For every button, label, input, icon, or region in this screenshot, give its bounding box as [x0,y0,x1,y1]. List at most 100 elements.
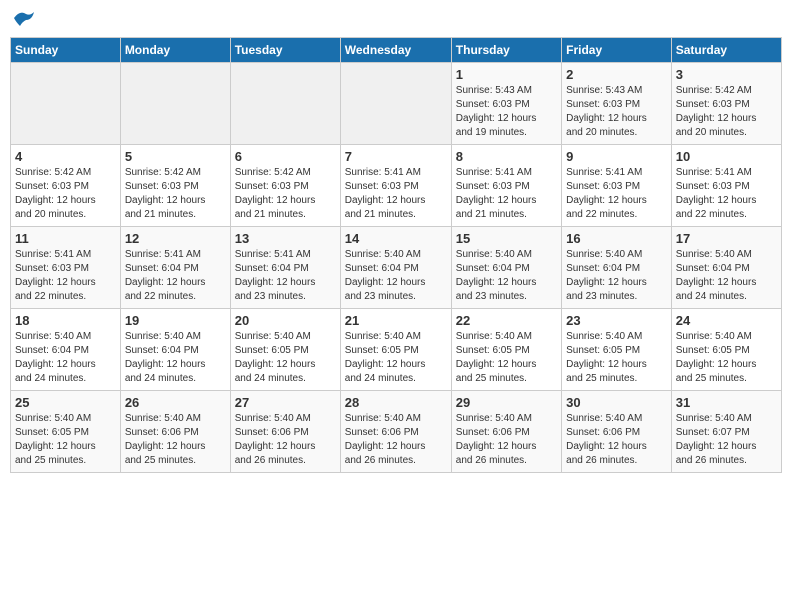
calendar-cell: 15Sunrise: 5:40 AM Sunset: 6:04 PM Dayli… [451,227,561,309]
day-number: 18 [15,313,116,328]
calendar-cell: 19 Sunrise: 5:40 AM Sunset: 6:04 PM Dayli… [120,309,230,391]
day-number: 29 [456,395,557,410]
day-number: 12 [125,231,226,246]
calendar-cell: 11 Sunrise: 5:41 AM Sunset: 6:03 PM Dayli… [11,227,121,309]
day-info: Sunrise: 5:43 AM Sunset: 6:03 PM Dayligh… [456,84,557,140]
weekday-header-saturday: Saturday [671,38,781,63]
day-number: 28 [345,395,447,410]
calendar-cell: 26 Sunrise: 5:40 AM Sunset: 6:06 PM Dayli… [120,391,230,473]
day-info: Sunrise: 5:40 AM Sunset: 6:04 PM Dayligh… [345,248,447,304]
calendar-cell: 31 Sunrise: 5:40 AM Sunset: 6:07 PM Dayli… [671,391,781,473]
day-info: Sunrise: 5:40 AM Sunset: 6:04 PM Dayligh… [456,248,557,304]
day-info: Sunrise: 5:41 AM Sunset: 6:03 PM Dayligh… [676,166,777,222]
weekday-header-sunday: Sunday [11,38,121,63]
day-number: 21 [345,313,447,328]
weekday-header-thursday: Thursday [451,38,561,63]
calendar-cell: 17Sunrise: 5:40 AM Sunset: 6:04 PM Dayli… [671,227,781,309]
day-number: 3 [676,67,777,82]
weekday-header-friday: Friday [562,38,672,63]
day-number: 31 [676,395,777,410]
day-number: 26 [125,395,226,410]
day-number: 8 [456,149,557,164]
calendar-cell: 1 Sunrise: 5:43 AM Sunset: 6:03 PM Daylig… [451,63,561,145]
day-info: Sunrise: 5:40 AM Sunset: 6:04 PM Dayligh… [15,330,116,386]
day-info: Sunrise: 5:40 AM Sunset: 6:06 PM Dayligh… [235,412,336,468]
calendar-cell: 6 Sunrise: 5:42 AM Sunset: 6:03 PM Daylig… [230,145,340,227]
day-number: 20 [235,313,336,328]
calendar-cell: 28 Sunrise: 5:40 AM Sunset: 6:06 PM Dayli… [340,391,451,473]
weekday-header-tuesday: Tuesday [230,38,340,63]
day-info: Sunrise: 5:40 AM Sunset: 6:05 PM Dayligh… [456,330,557,386]
day-number: 14 [345,231,447,246]
calendar-week-5: 25 Sunrise: 5:40 AM Sunset: 6:05 PM Dayli… [11,391,782,473]
day-number: 1 [456,67,557,82]
day-info: Sunrise: 5:41 AM Sunset: 6:03 PM Dayligh… [345,166,447,222]
calendar-cell: 14 Sunrise: 5:40 AM Sunset: 6:04 PM Dayli… [340,227,451,309]
calendar-cell: 16 Sunrise: 5:40 AM Sunset: 6:04 PM Dayli… [562,227,672,309]
calendar-cell: 4 Sunrise: 5:42 AM Sunset: 6:03 PM Daylig… [11,145,121,227]
calendar-cell [120,63,230,145]
day-info: Sunrise: 5:42 AM Sunset: 6:03 PM Dayligh… [15,166,116,222]
day-number: 11 [15,231,116,246]
day-info: Sunrise: 5:40 AM Sunset: 6:05 PM Dayligh… [15,412,116,468]
calendar-cell [230,63,340,145]
day-info: Sunrise: 5:41 AM Sunset: 6:03 PM Dayligh… [456,166,557,222]
calendar-cell: 7Sunrise: 5:41 AM Sunset: 6:03 PM Daylig… [340,145,451,227]
day-info: Sunrise: 5:40 AM Sunset: 6:06 PM Dayligh… [456,412,557,468]
calendar-table: SundayMondayTuesdayWednesdayThursdayFrid… [10,37,782,473]
day-info: Sunrise: 5:40 AM Sunset: 6:05 PM Dayligh… [235,330,336,386]
day-number: 19 [125,313,226,328]
calendar-week-2: 4 Sunrise: 5:42 AM Sunset: 6:03 PM Daylig… [11,145,782,227]
day-info: Sunrise: 5:40 AM Sunset: 6:05 PM Dayligh… [345,330,447,386]
calendar-cell: 12 Sunrise: 5:41 AM Sunset: 6:04 PM Dayli… [120,227,230,309]
calendar-cell: 29 Sunrise: 5:40 AM Sunset: 6:06 PM Dayli… [451,391,561,473]
day-info: Sunrise: 5:42 AM Sunset: 6:03 PM Dayligh… [235,166,336,222]
day-info: Sunrise: 5:41 AM Sunset: 6:04 PM Dayligh… [235,248,336,304]
calendar-cell: 22Sunrise: 5:40 AM Sunset: 6:05 PM Dayli… [451,309,561,391]
day-number: 4 [15,149,116,164]
weekday-header-monday: Monday [120,38,230,63]
day-number: 5 [125,149,226,164]
day-info: Sunrise: 5:40 AM Sunset: 6:06 PM Dayligh… [345,412,447,468]
calendar-cell: 2Sunrise: 5:43 AM Sunset: 6:03 PM Daylig… [562,63,672,145]
calendar-cell: 23 Sunrise: 5:40 AM Sunset: 6:05 PM Dayli… [562,309,672,391]
day-number: 16 [566,231,667,246]
calendar-cell [340,63,451,145]
day-info: Sunrise: 5:41 AM Sunset: 6:03 PM Dayligh… [15,248,116,304]
weekday-header-row: SundayMondayTuesdayWednesdayThursdayFrid… [11,38,782,63]
calendar-cell: 13 Sunrise: 5:41 AM Sunset: 6:04 PM Dayli… [230,227,340,309]
day-number: 30 [566,395,667,410]
day-number: 24 [676,313,777,328]
day-info: Sunrise: 5:40 AM Sunset: 6:07 PM Dayligh… [676,412,777,468]
logo [10,10,34,31]
day-info: Sunrise: 5:40 AM Sunset: 6:06 PM Dayligh… [125,412,226,468]
calendar-cell: 30 Sunrise: 5:40 AM Sunset: 6:06 PM Dayli… [562,391,672,473]
calendar-cell: 3Sunrise: 5:42 AM Sunset: 6:03 PM Daylig… [671,63,781,145]
day-info: Sunrise: 5:40 AM Sunset: 6:05 PM Dayligh… [676,330,777,386]
day-number: 23 [566,313,667,328]
calendar-cell: 9Sunrise: 5:41 AM Sunset: 6:03 PM Daylig… [562,145,672,227]
calendar-cell: 18 Sunrise: 5:40 AM Sunset: 6:04 PM Dayli… [11,309,121,391]
calendar-cell: 8 Sunrise: 5:41 AM Sunset: 6:03 PM Daylig… [451,145,561,227]
calendar-cell: 25 Sunrise: 5:40 AM Sunset: 6:05 PM Dayli… [11,391,121,473]
calendar-cell [11,63,121,145]
day-info: Sunrise: 5:40 AM Sunset: 6:05 PM Dayligh… [566,330,667,386]
calendar-cell: 10Sunrise: 5:41 AM Sunset: 6:03 PM Dayli… [671,145,781,227]
day-number: 6 [235,149,336,164]
calendar-cell: 20 Sunrise: 5:40 AM Sunset: 6:05 PM Dayli… [230,309,340,391]
day-info: Sunrise: 5:40 AM Sunset: 6:04 PM Dayligh… [566,248,667,304]
day-number: 13 [235,231,336,246]
day-number: 9 [566,149,667,164]
header [10,10,782,31]
calendar-cell: 24 Sunrise: 5:40 AM Sunset: 6:05 PM Dayli… [671,309,781,391]
day-number: 25 [15,395,116,410]
logo-bird-icon [12,10,34,26]
weekday-header-wednesday: Wednesday [340,38,451,63]
day-number: 2 [566,67,667,82]
day-info: Sunrise: 5:40 AM Sunset: 6:04 PM Dayligh… [125,330,226,386]
day-info: Sunrise: 5:40 AM Sunset: 6:04 PM Dayligh… [676,248,777,304]
day-info: Sunrise: 5:41 AM Sunset: 6:04 PM Dayligh… [125,248,226,304]
calendar-week-1: 1 Sunrise: 5:43 AM Sunset: 6:03 PM Daylig… [11,63,782,145]
day-info: Sunrise: 5:40 AM Sunset: 6:06 PM Dayligh… [566,412,667,468]
calendar-cell: 21 Sunrise: 5:40 AM Sunset: 6:05 PM Dayli… [340,309,451,391]
